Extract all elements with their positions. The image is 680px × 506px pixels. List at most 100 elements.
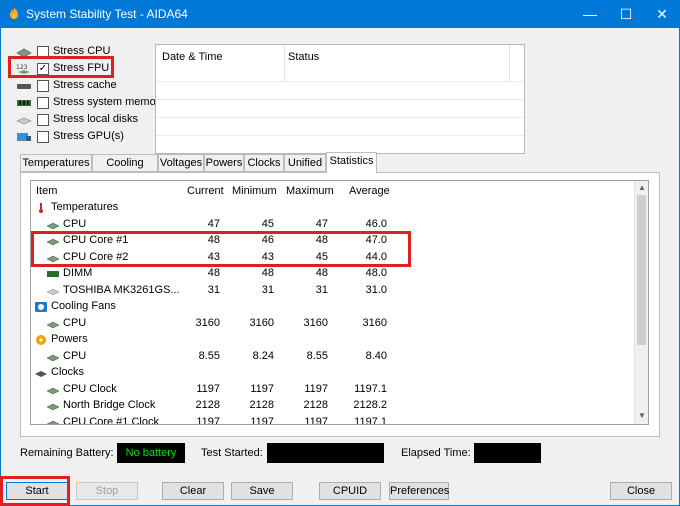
preferences-button[interactable]: Preferences [389, 482, 449, 500]
tab-unified[interactable]: Unified [284, 154, 326, 172]
thermometer-icon [35, 203, 47, 213]
cell-minimum: 2128 [249, 399, 274, 411]
clock-icon [35, 368, 47, 378]
hard-disk-icon [46, 286, 60, 296]
gpu-icon [17, 133, 31, 141]
window-close-button[interactable]: ✕ [644, 0, 680, 28]
log-col-datetime[interactable]: Date & Time [162, 51, 223, 63]
cell-minimum: 8.24 [252, 349, 274, 362]
log-col-divider [509, 45, 510, 81]
row-label: CPU [63, 316, 87, 329]
log-col-status[interactable]: Status [288, 51, 319, 63]
row-label: North Bridge Clock [63, 399, 156, 411]
stress-cache-checkbox[interactable] [37, 80, 49, 92]
table-row[interactable]: CPU 3160 3160 3160 3160 [31, 316, 636, 332]
log-row-divider [156, 117, 524, 118]
minimize-button[interactable]: — [572, 0, 608, 28]
col-header-maximum[interactable]: Maximum [286, 185, 334, 197]
tab-statistics[interactable]: Statistics [326, 152, 377, 173]
stop-button[interactable]: Stop [76, 482, 138, 500]
remaining-battery-label: Remaining Battery: [20, 447, 114, 459]
cell-current: 8.55 [198, 349, 220, 362]
tab-clocks[interactable]: Clocks [244, 154, 284, 172]
chip-icon [46, 220, 60, 230]
table-group-row[interactable]: Temperatures [31, 200, 636, 216]
col-header-average[interactable]: Average [349, 185, 390, 197]
stress-memory-checkbox[interactable] [37, 97, 49, 109]
tab-cooling-fans[interactable]: Cooling Fans [92, 154, 158, 185]
stress-gpu-option[interactable]: Stress GPU(s) [16, 129, 166, 145]
table-group-row[interactable]: Powers [31, 332, 636, 348]
clear-button[interactable]: Clear [162, 482, 224, 500]
tab-bar: Temperatures Cooling Fans Voltages Power… [20, 152, 660, 185]
row-label: Clocks [51, 366, 85, 378]
table-row[interactable]: CPU 8.55 8.24 8.55 8.40 [31, 349, 636, 365]
log-col-divider [284, 45, 285, 81]
stress-gpu-checkbox[interactable] [37, 131, 49, 143]
remaining-battery-value: No battery [117, 443, 185, 463]
memory-icon [17, 100, 31, 106]
cell-current: 3160 [195, 316, 220, 329]
test-started-label: Test Started: [201, 447, 263, 459]
cell-current: 1197 [196, 415, 220, 425]
highlight-stress-fpu [8, 56, 114, 78]
stress-disks-checkbox[interactable] [37, 114, 49, 126]
cell-average: 48.0 [365, 267, 387, 279]
cell-current: 47 [207, 217, 220, 230]
table-row[interactable]: DIMM 48 48 48 48.0 [31, 266, 636, 282]
cell-average: 2128.2 [353, 399, 387, 411]
row-label: Temperatures [51, 201, 119, 213]
col-header-current[interactable]: Current [187, 185, 224, 197]
elapsed-time-value [474, 443, 541, 463]
tab-powers[interactable]: Powers [204, 154, 244, 172]
cell-minimum: 1197 [250, 382, 274, 395]
cell-current: 48 [207, 267, 220, 279]
close-button[interactable]: Close [610, 482, 672, 500]
fan-icon [35, 302, 47, 312]
row-label: CPU Clock [63, 382, 117, 395]
cell-minimum: 31 [261, 283, 274, 296]
cell-maximum: 2128 [303, 399, 328, 411]
table-row[interactable]: CPU Clock 1197 1197 1197 1197.1 [31, 382, 636, 398]
row-label: DIMM [63, 267, 93, 279]
statistics-table[interactable]: Item Current Minimum Maximum Average Tem… [30, 180, 649, 425]
stress-memory-label: Stress system memory [53, 96, 165, 108]
table-row[interactable]: TOSHIBA MK3261GS... 31 31 31 31.0 [31, 283, 636, 299]
scroll-down-arrow-icon[interactable]: ▼ [637, 411, 647, 421]
table-vertical-scrollbar[interactable]: ▲ ▼ [634, 181, 648, 424]
elapsed-time-label: Elapsed Time: [401, 447, 471, 459]
save-button[interactable]: Save [231, 482, 293, 500]
cell-average: 1197.1 [354, 415, 387, 425]
row-label: Powers [51, 333, 88, 345]
title-bar[interactable]: System Stability Test - AIDA64 — ☐ ✕ [0, 0, 680, 28]
cell-average: 31.0 [365, 283, 387, 296]
cell-average: 8.40 [365, 349, 387, 362]
tab-temperatures[interactable]: Temperatures [20, 154, 92, 172]
log-header: Date & Time Status [156, 45, 524, 81]
stress-cache-option[interactable]: Stress cache [16, 78, 166, 94]
cell-current: 1197 [196, 382, 220, 395]
table-group-row[interactable]: Clocks [31, 365, 636, 381]
tab-voltages[interactable]: Voltages [158, 154, 204, 172]
col-header-minimum[interactable]: Minimum [232, 185, 277, 197]
log-row-divider [156, 99, 524, 100]
stress-memory-option[interactable]: Stress system memory [16, 95, 166, 111]
test-started-value [267, 443, 384, 463]
power-icon [35, 335, 47, 345]
cpuid-button[interactable]: CPUID [319, 482, 381, 500]
row-label: CPU Core #1 Clock [63, 415, 159, 425]
table-row[interactable]: North Bridge Clock 2128 2128 2128 2128.2 [31, 398, 636, 414]
chip-icon [46, 401, 60, 411]
scroll-up-arrow-icon[interactable]: ▲ [637, 183, 647, 193]
row-label: CPU [63, 217, 87, 230]
table-row[interactable]: CPU Core #1 Clock 1197 1197 1197 1197.1 [31, 415, 636, 425]
maximize-button[interactable]: ☐ [608, 0, 644, 28]
cache-icon [17, 84, 31, 89]
col-header-item[interactable]: Item [36, 185, 57, 197]
stress-gpu-label: Stress GPU(s) [53, 130, 124, 142]
scrollbar-thumb[interactable] [637, 195, 646, 345]
stress-disks-option[interactable]: Stress local disks [16, 112, 166, 128]
cell-average: 46.0 [365, 217, 387, 230]
table-group-row[interactable]: Cooling Fans [31, 299, 636, 315]
highlight-cpu-cores [31, 231, 411, 267]
